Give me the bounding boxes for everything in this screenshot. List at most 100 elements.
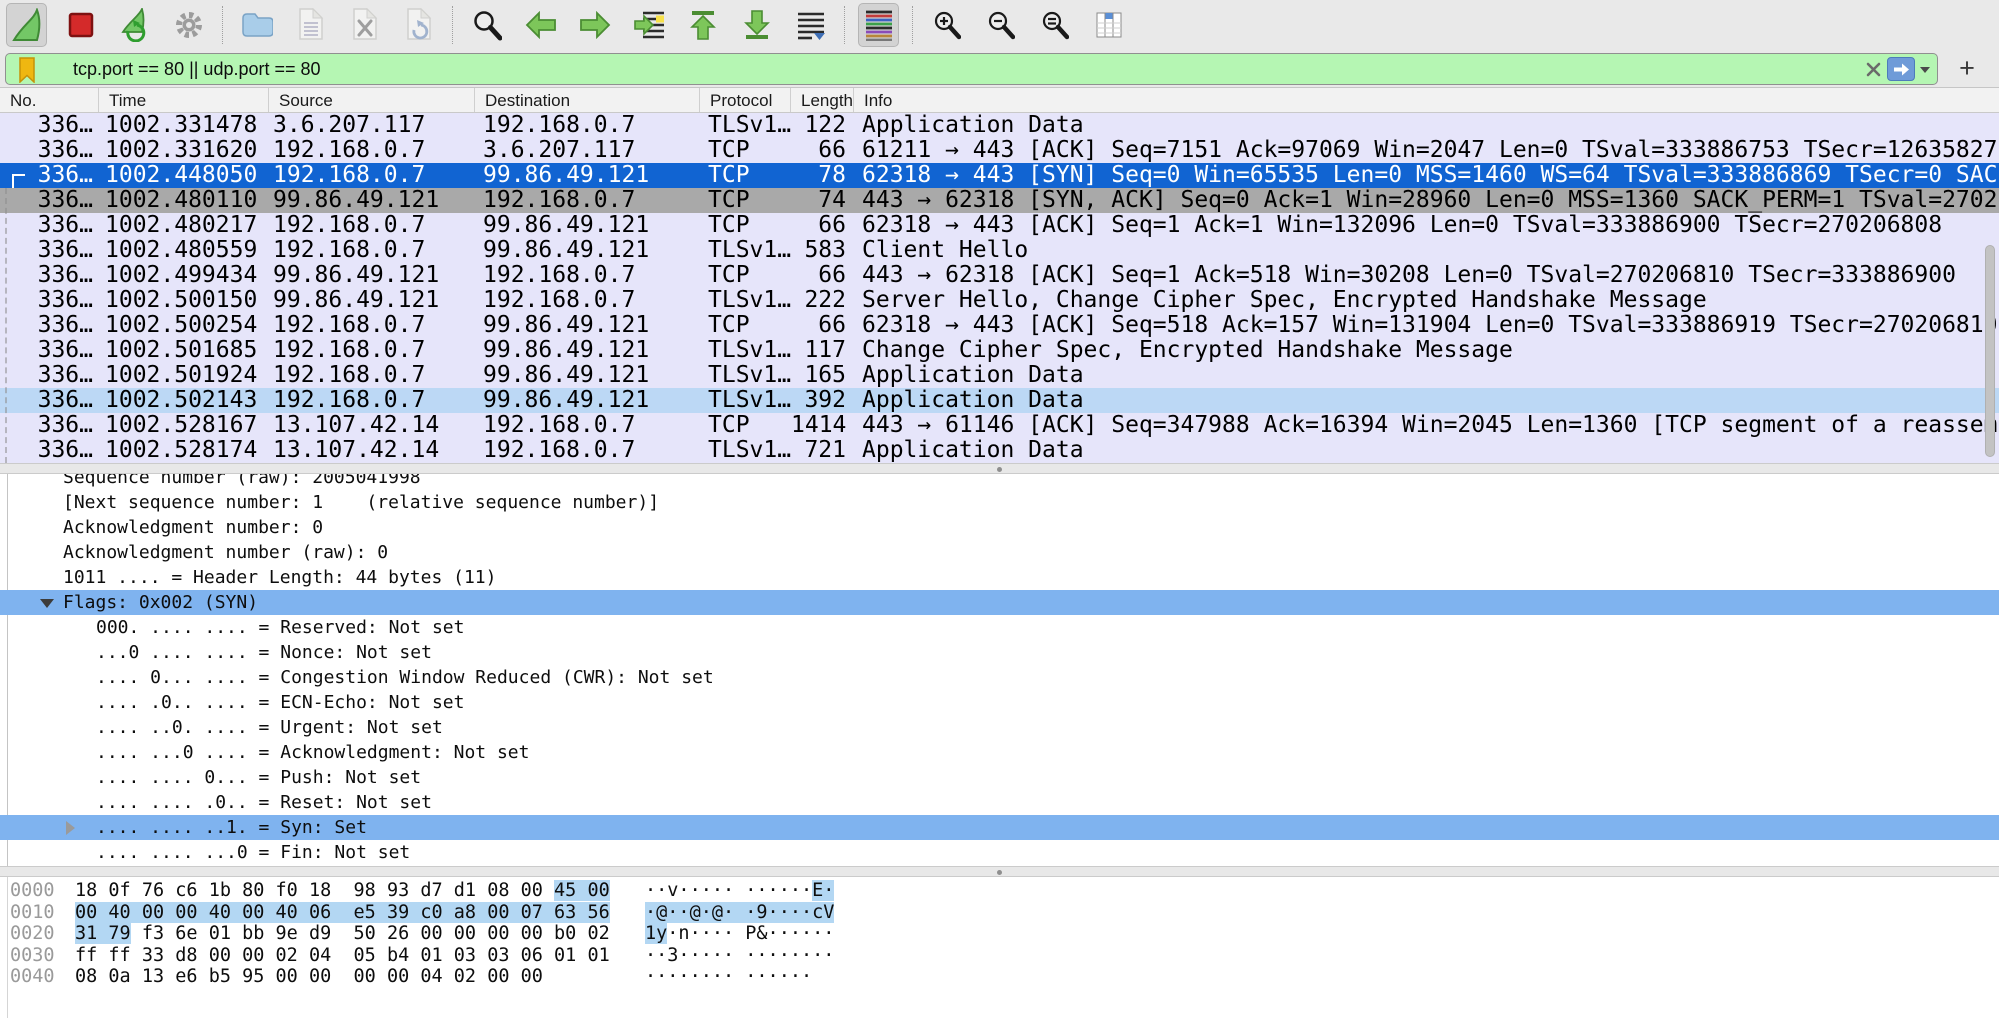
column-header-time[interactable]: Time [99,88,269,112]
hex-bytes[interactable]: 31 79 f3 6e 01 bb 9e d9 50 26 00 00 00 0… [75,923,610,945]
zoom-out-icon[interactable] [980,3,1021,47]
column-header-protocol[interactable]: Protocol [700,88,791,112]
detail-line[interactable]: .... .... ..1. = Syn: Set [0,815,1999,840]
tree-expander-icon[interactable] [40,599,54,608]
hex-ascii[interactable]: ·@··@·@· ·9····cV [645,902,834,924]
colorize-icon[interactable] [858,3,899,47]
packet-row[interactable]: 336…1002.500254192.168.0.799.86.49.121TC… [0,313,1999,338]
display-filter-input[interactable]: tcp.port == 80 || udp.port == 80 [5,53,1938,85]
detail-line[interactable]: [Next sequence number: 1 (relative seque… [0,490,1999,515]
column-header-destination[interactable]: Destination [475,88,700,112]
packet-row[interactable]: 336…1002.501685192.168.0.799.86.49.121TL… [0,338,1999,363]
cell-protocol: TLSv1… [700,238,791,263]
cell-time: 1002.480217 [99,213,269,238]
packet-row[interactable]: 336…1002.3314783.6.207.117192.168.0.7TLS… [0,113,1999,138]
hex-ascii[interactable]: ··v····· ······E· [645,880,834,902]
detail-line[interactable]: .... 0... .... = Congestion Window Reduc… [0,665,1999,690]
filter-clear-icon[interactable] [1866,62,1881,82]
hex-bytes[interactable]: ff ff 33 d8 00 00 02 04 05 b4 01 03 03 0… [75,945,610,967]
packet-row[interactable]: 336…1002.480559192.168.0.799.86.49.121TL… [0,238,1999,263]
cell-length: 1414 [791,413,854,438]
go-forward-icon[interactable] [574,3,615,47]
packet-row[interactable]: 336…1002.50015099.86.49.121192.168.0.7TL… [0,288,1999,313]
detail-line[interactable]: .... .... 0... = Push: Not set [0,765,1999,790]
zoom-reset-icon[interactable] [1034,3,1075,47]
detail-line[interactable]: Sequence number (raw): 2005041998 [0,474,1999,490]
stop-capture-icon[interactable] [60,3,101,47]
hex-ascii[interactable]: ··3····· ········ [645,945,834,967]
packet-list-scrollbar-thumb[interactable] [1985,245,1995,457]
detail-line[interactable]: .... ..0. .... = Urgent: Not set [0,715,1999,740]
cell-length: 122 [791,113,854,138]
column-header-length[interactable]: Length [791,88,854,112]
packet-row[interactable]: 336…1002.52817413.107.42.14192.168.0.7TL… [0,438,1999,463]
detail-line[interactable]: .... .... .0.. = Reset: Not set [0,790,1999,815]
detail-line[interactable]: .... .0.. .... = ECN-Echo: Not set [0,690,1999,715]
packet-row[interactable]: 336…1002.331620192.168.0.73.6.207.117TCP… [0,138,1999,163]
resize-columns-icon[interactable] [1088,3,1129,47]
cell-length: 74 [791,188,854,213]
find-packet-icon[interactable] [466,3,507,47]
filter-apply-button[interactable] [1887,57,1915,81]
detail-line[interactable]: Acknowledgment number (raw): 0 [0,540,1999,565]
pane-splitter-bottom[interactable] [0,866,1999,877]
related-packets-line [5,188,7,463]
filter-add-button[interactable]: + [1950,52,1984,86]
packet-row[interactable]: 336…1002.49943499.86.49.121192.168.0.7TC… [0,263,1999,288]
detail-text: .... ...0 .... = Acknowledgment: Not set [96,742,529,763]
detail-line[interactable]: 000. .... .... = Reserved: Not set [0,615,1999,640]
zoom-in-icon[interactable] [926,3,967,47]
restart-capture-icon[interactable] [114,3,155,47]
packet-bytes-pane: 000018 0f 76 c6 1b 80 f0 18 98 93 d7 d1 … [0,877,1999,1018]
cell-destination: 192.168.0.7 [475,413,700,438]
filter-dropdown-caret-icon[interactable] [1920,67,1930,73]
splitter-handle-icon [997,467,1002,472]
detail-line[interactable]: Flags: 0x002 (SYN) [0,590,1999,615]
hex-row[interactable]: 0030ff ff 33 d8 00 00 02 04 05 b4 01 03 … [0,945,1999,967]
packet-row[interactable]: 336…1002.502143192.168.0.799.86.49.121TL… [0,388,1999,413]
packet-row[interactable]: 336…1002.48011099.86.49.121192.168.0.7TC… [0,188,1999,213]
detail-line[interactable]: .... .... ...0 = Fin: Not set [0,840,1999,865]
capture-options-icon[interactable] [168,3,209,47]
hex-bytes[interactable]: 18 0f 76 c6 1b 80 f0 18 98 93 d7 d1 08 0… [75,880,610,902]
hex-row[interactable]: 000018 0f 76 c6 1b 80 f0 18 98 93 d7 d1 … [0,880,1999,902]
cell-protocol: TLSv1… [700,438,791,463]
start-capture-icon[interactable] [6,3,47,47]
hex-ascii[interactable]: 1y·n···· P&······ [645,923,834,945]
column-header-info[interactable]: Info [854,88,1999,112]
detail-line[interactable]: .... ...0 .... = Acknowledgment: Not set [0,740,1999,765]
packet-row[interactable]: 336…1002.480217192.168.0.799.86.49.121TC… [0,213,1999,238]
packet-row[interactable]: 336…1002.52816713.107.42.14192.168.0.7TC… [0,413,1999,438]
cell-length: 222 [791,288,854,313]
cell-destination: 192.168.0.7 [475,288,700,313]
pane-splitter-top[interactable] [0,463,1999,474]
detail-text: .... .0.. .... = ECN-Echo: Not set [96,692,464,713]
go-to-packet-icon[interactable] [628,3,669,47]
hex-row[interactable]: 002031 79 f3 6e 01 bb 9e d9 50 26 00 00 … [0,923,1999,945]
packet-row[interactable]: 336…1002.501924192.168.0.799.86.49.121TL… [0,363,1999,388]
detail-line[interactable]: 1011 .... = Header Length: 44 bytes (11) [0,565,1999,590]
cell-protocol: TCP [700,313,791,338]
open-file-icon[interactable] [236,3,277,47]
detail-line[interactable]: Acknowledgment number: 0 [0,515,1999,540]
tree-expander-icon[interactable] [66,821,75,835]
hex-ascii[interactable]: ········ ······ [645,966,812,988]
column-header-no[interactable]: No. [0,88,99,112]
filter-bookmark-icon[interactable] [17,57,37,88]
packet-row[interactable]: 336…1002.448050192.168.0.799.86.49.121TC… [0,163,1999,188]
auto-scroll-icon[interactable] [790,3,831,47]
hex-bytes[interactable]: 08 0a 13 e6 b5 95 00 00 00 00 04 02 00 0… [75,966,543,988]
hex-row[interactable]: 001000 40 00 00 40 00 40 06 e5 39 c0 a8 … [0,902,1999,924]
hex-row[interactable]: 004008 0a 13 e6 b5 95 00 00 00 00 04 02 … [0,966,1999,988]
go-back-icon[interactable] [520,3,561,47]
toolbar-separator [912,6,913,44]
detail-line[interactable]: ...0 .... .... = Nonce: Not set [0,640,1999,665]
cell-destination: 192.168.0.7 [475,263,700,288]
hex-bytes[interactable]: 00 40 00 00 40 00 40 06 e5 39 c0 a8 00 0… [75,902,610,924]
cell-destination: 99.86.49.121 [475,363,700,388]
cell-source: 99.86.49.121 [269,288,475,313]
go-to-top-icon[interactable] [682,3,723,47]
column-header-source[interactable]: Source [269,88,475,112]
detail-text: .... .... ...0 = Fin: Not set [96,842,410,863]
go-to-bottom-icon[interactable] [736,3,777,47]
